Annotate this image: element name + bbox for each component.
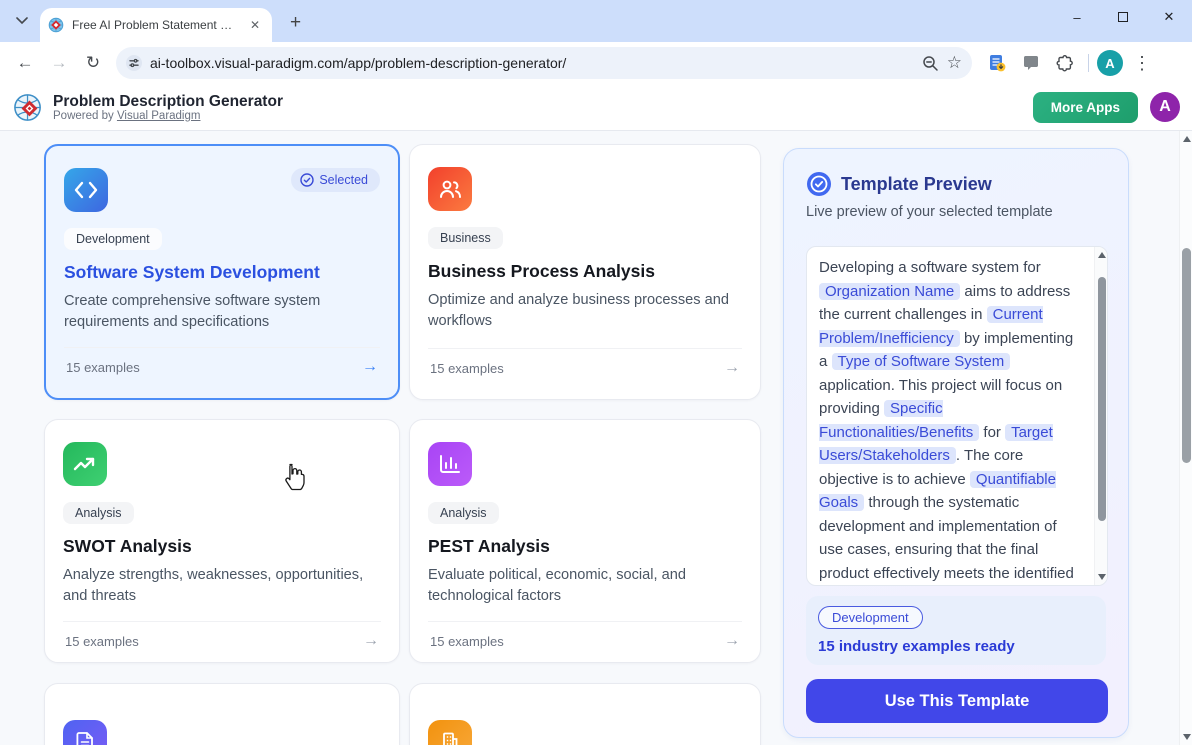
window-maximize-button[interactable] [1100, 0, 1146, 34]
bar-chart-icon [428, 442, 472, 486]
template-card-swot-analysis[interactable]: Analysis SWOT Analysis Analyze strengths… [44, 419, 400, 663]
browser-menu-kebab-icon[interactable]: ⋮ [1127, 48, 1157, 78]
scroll-down-icon[interactable] [1098, 574, 1106, 580]
card-title: Business Process Analysis [428, 261, 742, 282]
selected-badge: Selected [291, 168, 380, 192]
maximize-icon [1118, 12, 1128, 22]
reload-button[interactable]: ↻ [78, 48, 108, 78]
powered-by: Powered by Visual Paradigm [53, 110, 283, 122]
card-description: Create comprehensive software system req… [64, 291, 380, 333]
browser-toolbar: ← → ↻ ai-toolbox.visual-paradigm.com/app… [0, 42, 1192, 84]
visual-paradigm-logo [12, 91, 45, 124]
selected-label: Selected [319, 173, 368, 187]
category-badge: Business [428, 227, 503, 249]
window-close-button[interactable]: ✕ [1146, 0, 1192, 34]
document-icon [63, 720, 107, 745]
category-badge: Development [64, 228, 162, 250]
app-header: Problem Description Generator Powered by… [0, 84, 1192, 131]
page-scroll-thumb[interactable] [1182, 248, 1191, 463]
template-preview-panel: Template Preview Live preview of your se… [783, 148, 1129, 738]
template-info-box: Development 15 industry examples ready [806, 596, 1106, 665]
favicon-visual-paradigm [48, 17, 64, 33]
users-icon [428, 167, 472, 211]
extension-doc-icon[interactable] [982, 48, 1012, 78]
page-title: Problem Description Generator [53, 93, 283, 110]
use-this-template-button[interactable]: Use This Template [806, 679, 1108, 723]
forward-button[interactable]: → [44, 48, 74, 78]
card-description: Analyze strengths, weaknesses, opportuni… [63, 565, 381, 607]
tab-title: Free AI Problem Statement Gen [72, 18, 238, 32]
building-icon [428, 720, 472, 745]
examples-ready-text: 15 industry examples ready [818, 638, 1094, 655]
extensions-puzzle-icon[interactable] [1050, 48, 1080, 78]
arrow-right-icon[interactable]: → [363, 632, 379, 650]
site-settings-icon[interactable] [126, 55, 142, 71]
page-scroll-up-icon[interactable] [1183, 136, 1191, 142]
visual-paradigm-link[interactable]: Visual Paradigm [117, 110, 201, 122]
examples-count: 15 examples [430, 361, 504, 376]
template-card-partial-left[interactable] [44, 683, 400, 745]
preview-title: Template Preview [841, 174, 992, 195]
preview-scroll-thumb[interactable] [1098, 277, 1106, 521]
category-badge: Analysis [63, 502, 134, 524]
template-card-pest-analysis[interactable]: Analysis PEST Analysis Evaluate politica… [409, 419, 761, 663]
card-title: SWOT Analysis [63, 536, 381, 557]
arrow-right-icon[interactable]: → [724, 632, 740, 650]
chevron-down-icon [16, 17, 28, 25]
template-text: Developing a software system for Organiz… [807, 247, 1107, 585]
category-badge: Analysis [428, 502, 499, 524]
check-circle-icon [300, 173, 314, 187]
card-title: Software System Development [64, 262, 380, 283]
preview-check-icon [806, 171, 832, 197]
arrow-right-icon[interactable]: → [724, 359, 740, 377]
card-description: Optimize and analyze business processes … [428, 290, 742, 332]
url-text[interactable]: ai-toolbox.visual-paradigm.com/app/probl… [150, 55, 914, 71]
window-minimize-button[interactable]: – [1054, 0, 1100, 34]
back-button[interactable]: ← [10, 48, 40, 78]
template-card-software-system-development[interactable]: Selected Development Software System Dev… [44, 144, 400, 400]
page-scroll-down-icon[interactable] [1183, 734, 1191, 740]
trending-up-icon [63, 442, 107, 486]
category-pill: Development [818, 606, 923, 629]
preview-scrollbar[interactable] [1094, 247, 1107, 585]
examples-count: 15 examples [65, 634, 139, 649]
preview-subtitle: Live preview of your selected template [806, 204, 1106, 220]
template-card-partial-right[interactable] [409, 683, 761, 745]
zoom-out-icon[interactable] [922, 55, 939, 72]
examples-count: 15 examples [430, 634, 504, 649]
arrow-right-icon[interactable]: → [362, 358, 378, 376]
address-bar[interactable]: ai-toolbox.visual-paradigm.com/app/probl… [116, 47, 972, 79]
browser-titlebar: Free AI Problem Statement Gen ✕ + – ✕ [0, 0, 1192, 42]
tab-search-button[interactable] [8, 7, 36, 35]
template-preview-textarea[interactable]: Developing a software system for Organiz… [806, 246, 1108, 586]
browser-profile-avatar[interactable]: A [1097, 50, 1123, 76]
toolbar-divider [1088, 54, 1089, 72]
tab-close-icon[interactable]: ✕ [246, 16, 264, 34]
examples-count: 15 examples [66, 360, 140, 375]
code-icon [64, 168, 108, 212]
bookmark-star-icon[interactable]: ☆ [947, 53, 962, 73]
card-description: Evaluate political, economic, social, an… [428, 565, 742, 607]
template-card-business-process-analysis[interactable]: Business Business Process Analysis Optim… [409, 144, 761, 400]
browser-tab[interactable]: Free AI Problem Statement Gen ✕ [40, 8, 272, 42]
card-title: PEST Analysis [428, 536, 742, 557]
main-content: Selected Development Software System Dev… [0, 131, 1192, 745]
more-apps-button[interactable]: More Apps [1033, 92, 1138, 123]
app-profile-avatar[interactable]: A [1150, 92, 1180, 122]
page-scrollbar[interactable] [1179, 131, 1192, 745]
scroll-up-icon[interactable] [1098, 252, 1106, 258]
new-tab-button[interactable]: + [282, 12, 309, 34]
sidepanel-flag-icon[interactable] [1016, 48, 1046, 78]
